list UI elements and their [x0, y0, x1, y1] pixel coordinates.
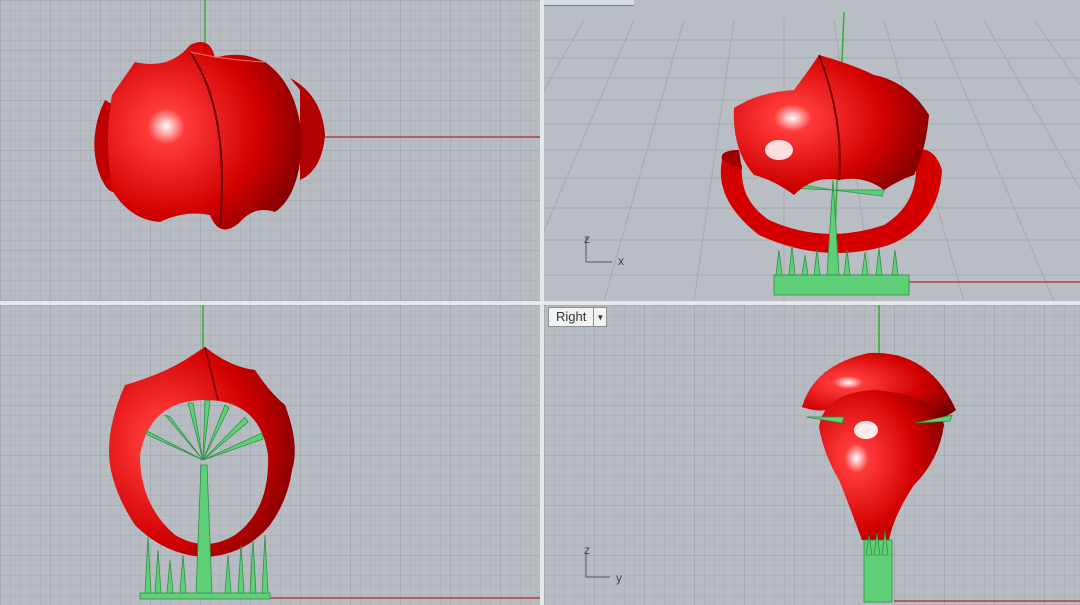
- chevron-down-icon[interactable]: ▼: [593, 308, 606, 326]
- axis-label-y: y: [616, 571, 622, 585]
- axis-indicator-perspective: [585, 238, 612, 263]
- viewport-divider-horizontal[interactable]: [0, 301, 1080, 305]
- axis-label-z: z: [584, 543, 590, 557]
- viewport-right[interactable]: Right ▼ z y: [544, 305, 1080, 605]
- viewport-label-right: Right: [556, 309, 587, 324]
- viewport-tab-right[interactable]: Right ▼: [548, 307, 608, 327]
- viewport-front[interactable]: [0, 305, 540, 605]
- axis-label-x: x: [618, 254, 624, 268]
- viewport-perspective[interactable]: z x: [544, 0, 1080, 301]
- viewport-tab-perspective[interactable]: [544, 0, 634, 6]
- axis-label-z: z: [584, 232, 590, 246]
- viewport-top[interactable]: [0, 0, 540, 301]
- axis-indicator-right: [585, 551, 610, 578]
